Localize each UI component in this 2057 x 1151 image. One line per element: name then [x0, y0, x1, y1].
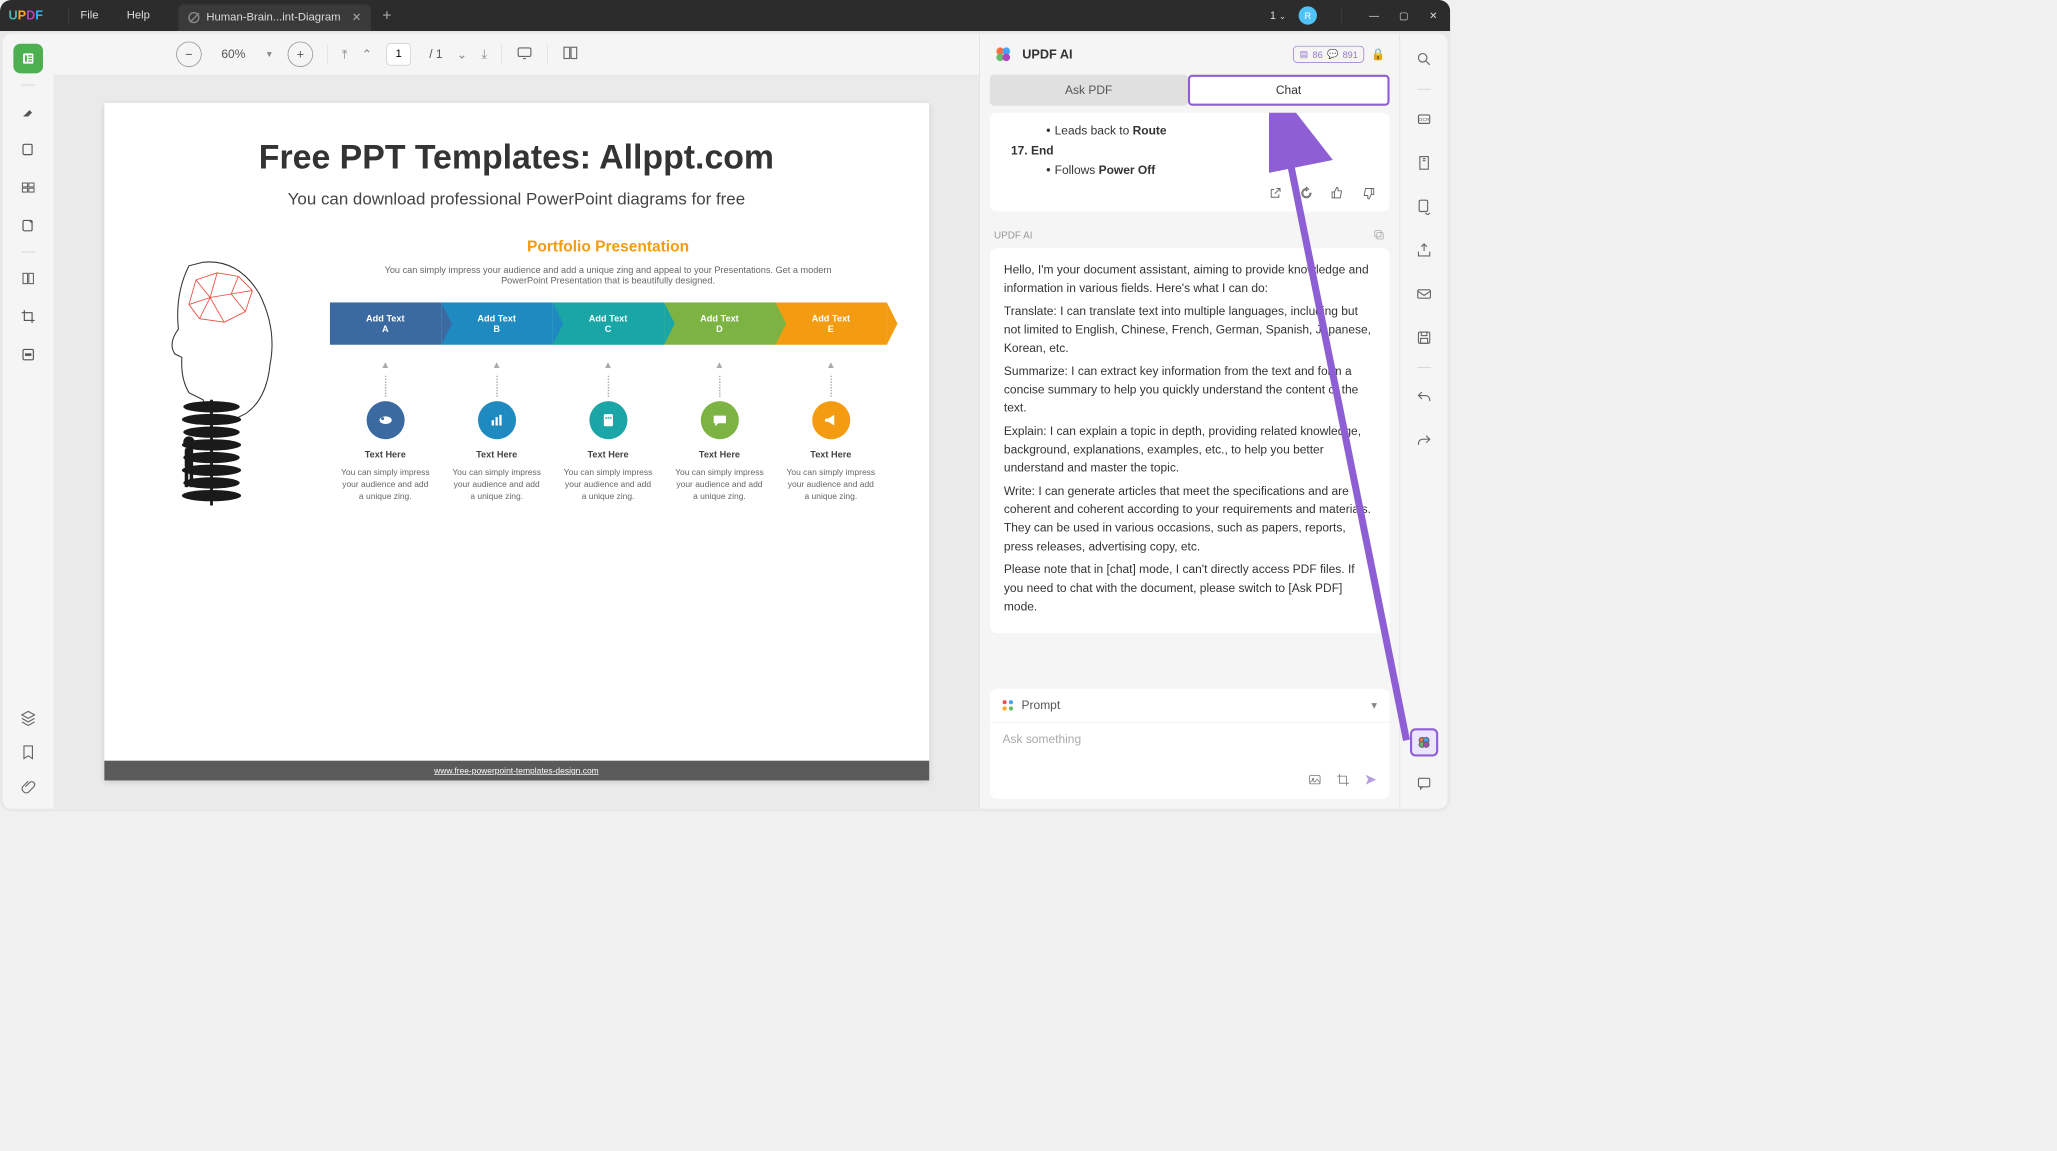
comment-icon[interactable]	[1410, 769, 1438, 797]
next-page-icon[interactable]: ⌄	[457, 47, 468, 62]
document-toolbar: − 60% ▼ + ⤒ ⌃ 1 / 1 ⌄ ⤓	[54, 34, 980, 75]
lock-icon[interactable]: 🔒	[1371, 47, 1385, 61]
tab-chat[interactable]: Chat	[1188, 75, 1390, 106]
attachment-icon[interactable]	[20, 778, 37, 798]
slide-title: Free PPT Templates: Allppt.com	[146, 138, 886, 177]
refresh-icon[interactable]	[1299, 186, 1313, 200]
portfolio-heading: Portfolio Presentation	[330, 238, 887, 256]
search-icon[interactable]	[1410, 45, 1438, 73]
ai-panel-title: UPDF AI	[1022, 47, 1072, 62]
ocr-icon[interactable]: OCR	[1410, 105, 1438, 133]
redo-icon[interactable]	[1410, 427, 1438, 455]
prompt-selector[interactable]: Prompt ▾	[990, 689, 1390, 723]
right-toolbar: OCR	[1399, 34, 1447, 809]
first-page-icon[interactable]: ⤒	[342, 47, 348, 62]
ai-input-box: Prompt ▾ ➤	[990, 689, 1390, 799]
present-icon[interactable]	[516, 44, 533, 64]
crop-tool[interactable]	[13, 302, 43, 332]
copy-icon[interactable]	[1373, 228, 1386, 241]
tab-ask-pdf[interactable]: Ask PDF	[990, 75, 1188, 106]
updf-ai-logo-icon	[994, 45, 1012, 63]
ai-label: UPDF AI	[994, 229, 1032, 240]
zoom-in-button[interactable]: +	[288, 42, 313, 67]
reader-mode-button[interactable]	[13, 44, 43, 74]
avatar[interactable]: R	[1299, 6, 1317, 24]
app-logo: UPDF	[8, 8, 43, 23]
close-tab-icon[interactable]: ✕	[352, 11, 361, 25]
organize-pages-tool[interactable]	[13, 173, 43, 203]
ai-toggle-button[interactable]	[1410, 728, 1438, 756]
email-icon[interactable]	[1410, 280, 1438, 308]
maximize-icon[interactable]: ▢	[1395, 10, 1412, 22]
ai-panel: UPDF AI ▤86 💬891 🔒 Ask PDF Chat •Leads b…	[979, 34, 1399, 809]
thumbs-down-icon[interactable]	[1361, 186, 1375, 200]
slide-subtitle: You can download professional PowerPoint…	[146, 190, 886, 210]
left-toolbar	[3, 34, 54, 809]
usage-badge[interactable]: ▤86 💬891	[1293, 46, 1364, 63]
highlight-tool[interactable]	[13, 97, 43, 127]
chat-history-card: •Leads back to Route 17. End •Follows Po…	[990, 113, 1390, 212]
save-icon[interactable]	[1410, 324, 1438, 352]
undo-icon[interactable]	[1410, 384, 1438, 412]
svg-text:OCR: OCR	[1418, 117, 1429, 123]
ai-input[interactable]	[1003, 732, 1377, 746]
redact-tool[interactable]	[13, 340, 43, 370]
thumbs-up-icon[interactable]	[1330, 186, 1344, 200]
brain-staircase-illustration	[146, 238, 301, 506]
image-attach-icon[interactable]	[1307, 773, 1321, 787]
edit-text-tool[interactable]	[13, 135, 43, 165]
compare-tool[interactable]	[13, 264, 43, 294]
chevron-diagram: Add TextA Add TextB Add TextC Add TextD …	[330, 302, 887, 344]
crop-input-icon[interactable]	[1336, 773, 1350, 787]
doc-icon	[188, 12, 199, 23]
document-tab[interactable]: Human-Brain...int-Diagram ✕	[178, 4, 371, 31]
zoom-value: 60%	[221, 47, 245, 61]
pdf-page: Free PPT Templates: Allppt.com You can d…	[104, 103, 929, 781]
page-input[interactable]: 1	[386, 43, 411, 66]
layers-icon[interactable]	[20, 709, 37, 729]
bookmark-icon[interactable]	[20, 744, 37, 764]
zoom-dropdown-icon[interactable]: ▼	[265, 49, 273, 59]
tab-title: Human-Brain...int-Diagram	[206, 11, 340, 24]
zoom-out-button[interactable]: −	[176, 42, 201, 67]
prev-page-icon[interactable]: ⌃	[362, 47, 373, 62]
last-page-icon[interactable]: ⤓	[481, 47, 487, 62]
open-external-icon[interactable]	[1268, 186, 1282, 200]
page-total: / 1	[429, 47, 442, 61]
convert-icon[interactable]	[1410, 192, 1438, 220]
page-layout-icon[interactable]	[562, 44, 579, 64]
menu-help[interactable]: Help	[127, 9, 150, 22]
menu-file[interactable]: File	[80, 9, 98, 22]
chevron-down-icon: ▾	[1371, 698, 1377, 712]
share-icon[interactable]	[1410, 236, 1438, 264]
portfolio-desc: You can simply impress your audience and…	[382, 264, 833, 285]
minimize-icon[interactable]: —	[1366, 10, 1383, 21]
ai-greeting-message: Hello, I'm your document assistant, aimi…	[990, 248, 1390, 633]
window-count[interactable]: 1 ⌄	[1270, 10, 1286, 22]
close-window-icon[interactable]: ✕	[1425, 10, 1442, 22]
compress-icon[interactable]	[1410, 149, 1438, 177]
form-tool[interactable]	[13, 211, 43, 241]
footer-link: www.free-powerpoint-templates-design.com	[434, 766, 599, 776]
send-button[interactable]: ➤	[1364, 771, 1377, 789]
add-tab-button[interactable]: +	[382, 6, 391, 24]
